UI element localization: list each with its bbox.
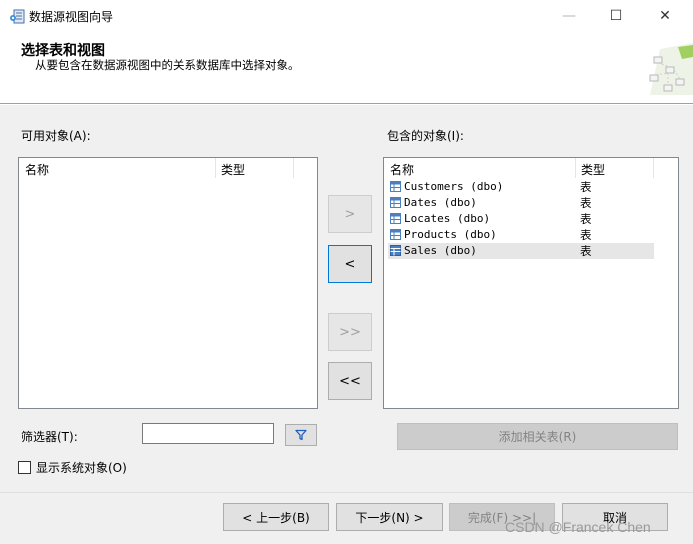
table-icon [390, 181, 401, 192]
included-objects-label: 包含的对象(I): [387, 129, 464, 143]
show-system-objects-label[interactable]: 显示系统对象(O) [36, 459, 127, 476]
filter-label: 筛选器(T): [21, 430, 78, 444]
included-objects-list[interactable]: 名称 类型 Customers (dbo) 表 Dates (dbo) 表 Lo… [383, 157, 679, 409]
available-column-name[interactable]: 名称 [19, 158, 215, 178]
object-type: 表 [580, 180, 592, 194]
object-type: 表 [580, 196, 592, 210]
window-title: 数据源视图向导 [29, 10, 114, 24]
page-subtitle: 从要包含在数据源视图中的关系数据库中选择对象。 [35, 58, 300, 72]
list-item[interactable]: Customers (dbo) 表 [388, 179, 654, 195]
add-object-button[interactable]: > [328, 195, 372, 233]
table-icon [390, 245, 401, 256]
column-divider[interactable] [653, 158, 654, 178]
title-bar: 数据源视图向导 — ☐ ✕ [0, 0, 693, 32]
remove-object-button[interactable]: < [328, 245, 372, 283]
object-name: Products (dbo) [404, 228, 497, 241]
available-objects-list[interactable]: 名称 类型 [18, 157, 318, 409]
remove-all-objects-button[interactable]: << [328, 362, 372, 400]
included-column-name[interactable]: 名称 [384, 158, 575, 178]
list-item[interactable]: Products (dbo) 表 [388, 227, 654, 243]
add-related-tables-button[interactable]: 添加相关表(R) [397, 423, 678, 450]
available-objects-label: 可用对象(A): [21, 129, 91, 143]
maximize-icon: ☐ [609, 8, 623, 24]
object-type: 表 [580, 228, 592, 242]
minimize-button[interactable]: — [546, 0, 592, 32]
close-icon: ✕ [659, 8, 671, 24]
included-column-type[interactable]: 类型 [575, 158, 653, 178]
column-divider[interactable] [293, 158, 294, 178]
minimize-icon: — [562, 8, 576, 24]
object-type: 表 [580, 244, 592, 258]
table-icon [390, 213, 401, 224]
object-name: Sales (dbo) [404, 244, 477, 257]
add-all-objects-button[interactable]: >> [328, 313, 372, 351]
show-system-objects-checkbox[interactable] [18, 461, 31, 474]
list-item[interactable]: Dates (dbo) 表 [388, 195, 654, 211]
object-type: 表 [580, 212, 592, 226]
object-name: Customers (dbo) [404, 180, 504, 193]
available-column-type[interactable]: 类型 [215, 158, 293, 178]
filter-icon [295, 429, 307, 441]
object-name: Locates (dbo) [404, 212, 491, 225]
wizard-banner-graphic [649, 43, 693, 95]
next-button[interactable]: 下一步(N) > [336, 503, 443, 531]
data-source-view-icon [10, 9, 25, 24]
close-button[interactable]: ✕ [642, 0, 688, 32]
table-icon [390, 197, 401, 208]
object-name: Dates (dbo) [404, 196, 477, 209]
maximize-button[interactable]: ☐ [593, 0, 639, 32]
apply-filter-button[interactable] [285, 424, 317, 446]
filter-input[interactable] [142, 423, 274, 444]
table-icon [390, 229, 401, 240]
list-item[interactable]: Locates (dbo) 表 [388, 211, 654, 227]
list-item-selected[interactable]: Sales (dbo) 表 [388, 243, 654, 259]
back-button[interactable]: < 上一步(B) [223, 503, 329, 531]
watermark-text: CSDN @Francek Chen [505, 519, 651, 535]
